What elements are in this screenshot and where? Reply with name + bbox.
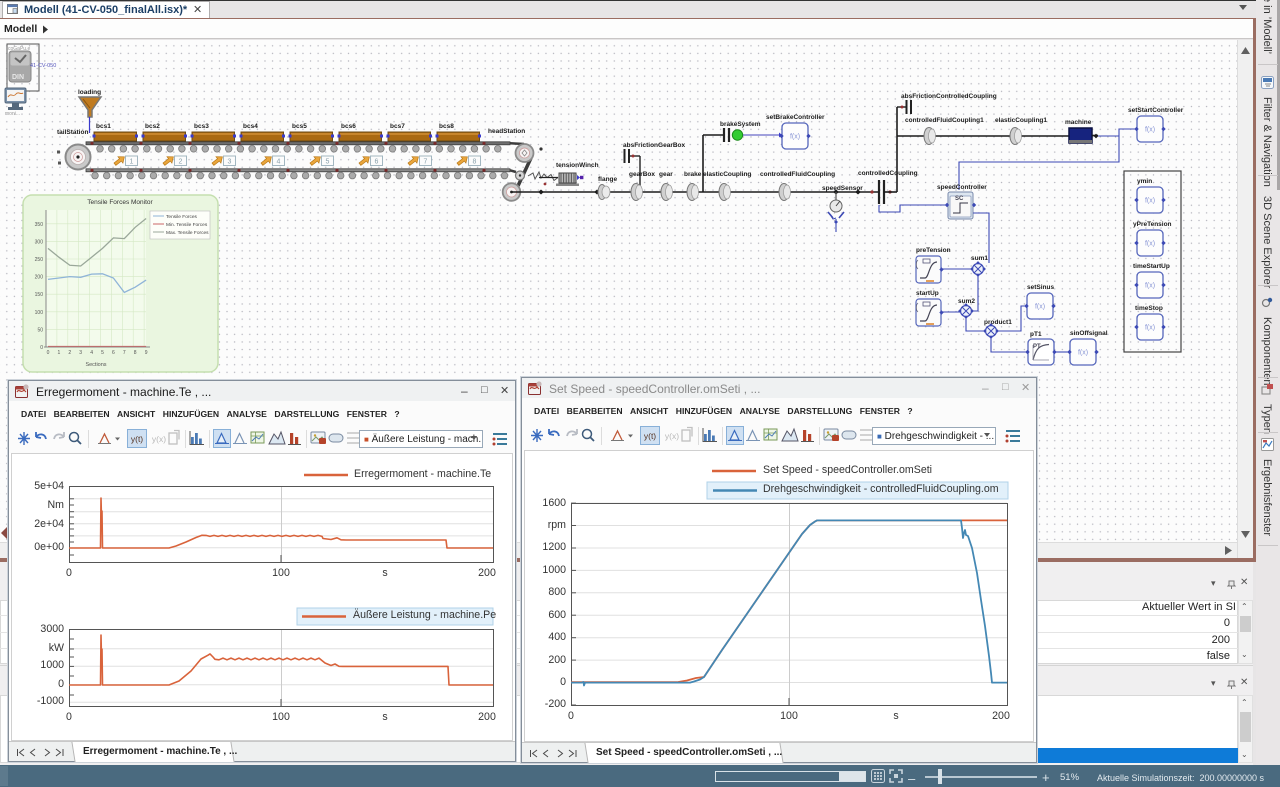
svg-text:controlledFluidCoupling1: controlledFluidCoupling1 <box>905 117 984 124</box>
svg-text:brakeSystem: brakeSystem <box>720 121 761 128</box>
svg-text:50: 50 <box>37 327 43 333</box>
svg-text:loading: loading <box>78 89 101 96</box>
svg-text:4: 4 <box>90 350 93 356</box>
svg-text:350: 350 <box>35 222 44 228</box>
svg-text:flange: flange <box>598 176 618 183</box>
svg-text:setSinus: setSinus <box>1027 284 1054 291</box>
svg-text:speedController: speedController <box>937 184 987 191</box>
svg-text:0: 0 <box>47 350 50 356</box>
svg-text:250: 250 <box>35 257 44 263</box>
svg-text:4: 4 <box>277 159 281 166</box>
svg-text:2: 2 <box>179 159 183 166</box>
svg-text:200: 200 <box>35 275 44 281</box>
svg-text:f(x): f(x) <box>1145 241 1155 248</box>
svg-text:ymin: ymin <box>1137 178 1152 185</box>
svg-text:Sections: Sections <box>85 362 106 368</box>
svg-text:150: 150 <box>35 292 44 298</box>
svg-text:5: 5 <box>101 350 104 356</box>
svg-text:3: 3 <box>228 159 232 166</box>
svg-text:bcs2: bcs2 <box>145 123 160 130</box>
svg-text:elasticCoupling1: elasticCoupling1 <box>995 117 1047 124</box>
svg-text:41-CV-050: 41-CV-050 <box>30 63 56 69</box>
svg-text:sinOffsignal: sinOffsignal <box>1070 330 1108 337</box>
svg-text:bcs1: bcs1 <box>96 123 111 130</box>
svg-text:9: 9 <box>145 350 148 356</box>
svg-text:brake: brake <box>684 171 702 178</box>
svg-text:6: 6 <box>375 159 379 166</box>
svg-text:preTension: preTension <box>916 247 951 254</box>
svg-text:setBrakeController: setBrakeController <box>766 114 825 121</box>
svg-text:PT: PT <box>1033 344 1041 350</box>
svg-text:bcs3: bcs3 <box>194 123 209 130</box>
svg-text:startUp: startUp <box>916 290 939 297</box>
svg-text:timeStartUp: timeStartUp <box>1133 263 1170 270</box>
svg-text:headStation: headStation <box>488 128 525 135</box>
svg-text:SC: SC <box>955 196 964 202</box>
svg-text:setStartController: setStartController <box>1128 107 1184 114</box>
svg-text:Min. Tensile Forces: Min. Tensile Forces <box>166 222 208 228</box>
svg-text:controlledFluidCoupling: controlledFluidCoupling <box>760 171 835 178</box>
svg-text:sum1: sum1 <box>971 255 988 262</box>
svg-text:7: 7 <box>424 159 428 166</box>
svg-text:0: 0 <box>40 345 43 351</box>
svg-text:f(x): f(x) <box>1145 325 1155 332</box>
svg-text:timeStop: timeStop <box>1135 305 1163 312</box>
svg-text:speedSensor: speedSensor <box>822 185 863 192</box>
svg-text:DIN: DIN <box>12 74 24 81</box>
svg-text:bcs6: bcs6 <box>341 123 356 130</box>
svg-text:gearBox: gearBox <box>629 171 655 178</box>
svg-text:1: 1 <box>130 159 134 166</box>
svg-text:2: 2 <box>68 350 71 356</box>
svg-text:bcs8: bcs8 <box>439 123 454 130</box>
svg-text:bcs4: bcs4 <box>243 123 258 130</box>
svg-text:product1: product1 <box>984 319 1012 326</box>
svg-text:5: 5 <box>326 159 330 166</box>
svg-text:3: 3 <box>79 350 82 356</box>
svg-text:pT1: pT1 <box>1030 331 1042 338</box>
svg-text:6: 6 <box>112 350 115 356</box>
svg-text:1: 1 <box>58 350 61 356</box>
svg-text:gear: gear <box>659 171 673 178</box>
svg-text:8: 8 <box>134 350 137 356</box>
svg-text:Max. Tensile Forces: Max. Tensile Forces <box>166 230 209 236</box>
svg-text:300: 300 <box>35 239 44 245</box>
svg-text:f(x): f(x) <box>1145 283 1155 290</box>
svg-text:elasticCoupling: elasticCoupling <box>703 171 751 178</box>
svg-text:yPreTension: yPreTension <box>1133 221 1172 228</box>
svg-text:absFrictionGearBox: absFrictionGearBox <box>623 142 686 149</box>
svg-text:f(x): f(x) <box>1145 127 1155 134</box>
svg-text:Tensile Forces: Tensile Forces <box>166 214 198 220</box>
svg-text:f(x): f(x) <box>1035 304 1045 311</box>
svg-text:absFrictionControlledCoupling: absFrictionControlledCoupling <box>901 93 997 100</box>
svg-text:7: 7 <box>123 350 126 356</box>
svg-text:bcs7: bcs7 <box>390 123 405 130</box>
svg-text:tensionWinch: tensionWinch <box>556 162 599 169</box>
svg-text:f(x): f(x) <box>1078 350 1088 357</box>
svg-text:Tensile Forces Monitor: Tensile Forces Monitor <box>87 199 153 206</box>
svg-text:bcs5: bcs5 <box>292 123 307 130</box>
svg-text:f(x): f(x) <box>1145 198 1155 205</box>
svg-text:tailStation: tailStation <box>57 129 88 136</box>
svg-text:controlledCoupling: controlledCoupling <box>858 170 918 177</box>
svg-text:f(x): f(x) <box>790 134 800 141</box>
svg-text:100: 100 <box>35 310 44 316</box>
svg-text:8: 8 <box>473 159 477 166</box>
svg-text:moni...: moni... <box>5 111 20 117</box>
svg-text:machine: machine <box>1065 119 1092 126</box>
